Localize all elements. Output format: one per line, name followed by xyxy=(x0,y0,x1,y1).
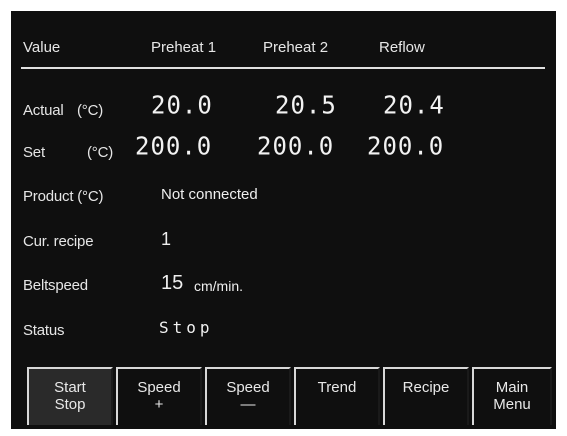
set-preheat-2[interactable]: 200.0 xyxy=(257,131,334,160)
header-preheat-2: Preheat 2 xyxy=(263,39,329,56)
speed-up-button[interactable]: Speed + xyxy=(116,367,202,425)
actual-preheat-2: 20.5 xyxy=(275,90,337,120)
main-menu-button[interactable]: Main Menu xyxy=(472,367,552,425)
product-label: Product (°C) xyxy=(23,188,104,205)
trend-line1: Trend xyxy=(317,379,357,396)
header-value: Value xyxy=(23,39,61,56)
oven-control-screen: Value Preheat 1 Preheat 2 Reflow Actual … xyxy=(11,11,556,429)
set-unit: (°C) xyxy=(87,144,114,161)
recipe-value[interactable]: 1 xyxy=(161,229,171,250)
trend-button[interactable]: Trend xyxy=(294,367,380,425)
set-reflow[interactable]: 200.0 xyxy=(367,131,444,160)
speed-up-line2: + xyxy=(154,396,164,413)
beltspeed-label: Beltspeed xyxy=(23,277,88,294)
recipe-line1: Recipe xyxy=(402,379,450,396)
start-stop-button[interactable]: Start Stop xyxy=(27,367,113,425)
device-frame: Value Preheat 1 Preheat 2 Reflow Actual … xyxy=(0,0,567,436)
status-value: Stop xyxy=(159,318,214,337)
beltspeed-value[interactable]: 15 xyxy=(161,272,183,295)
recipe-button[interactable]: Recipe xyxy=(383,367,469,425)
header-reflow: Reflow xyxy=(379,39,425,56)
header-preheat-1: Preheat 1 xyxy=(151,39,217,56)
set-preheat-1[interactable]: 200.0 xyxy=(135,131,212,160)
set-label: Set xyxy=(23,144,45,161)
speed-up-line1: Speed xyxy=(137,379,181,396)
actual-reflow: 20.4 xyxy=(383,90,445,120)
header-divider xyxy=(21,67,545,69)
start-stop-line2: Stop xyxy=(54,396,86,413)
actual-label: Actual xyxy=(23,102,64,119)
speed-down-button[interactable]: Speed — xyxy=(205,367,291,425)
main-menu-line2: Menu xyxy=(493,396,531,413)
speed-down-line1: Speed xyxy=(226,379,270,396)
main-menu-line1: Main xyxy=(495,379,529,396)
beltspeed-unit: cm/min. xyxy=(194,278,243,294)
product-value: Not connected xyxy=(161,186,258,203)
recipe-label: Cur. recipe xyxy=(23,233,94,250)
status-label: Status xyxy=(23,322,65,339)
actual-preheat-1: 20.0 xyxy=(151,90,213,120)
speed-down-line2: — xyxy=(240,396,256,413)
actual-unit: (°C) xyxy=(77,102,104,119)
start-stop-line1: Start xyxy=(54,379,86,396)
function-key-bar: Start Stop Speed + Speed — Trend Recipe … xyxy=(11,367,556,429)
